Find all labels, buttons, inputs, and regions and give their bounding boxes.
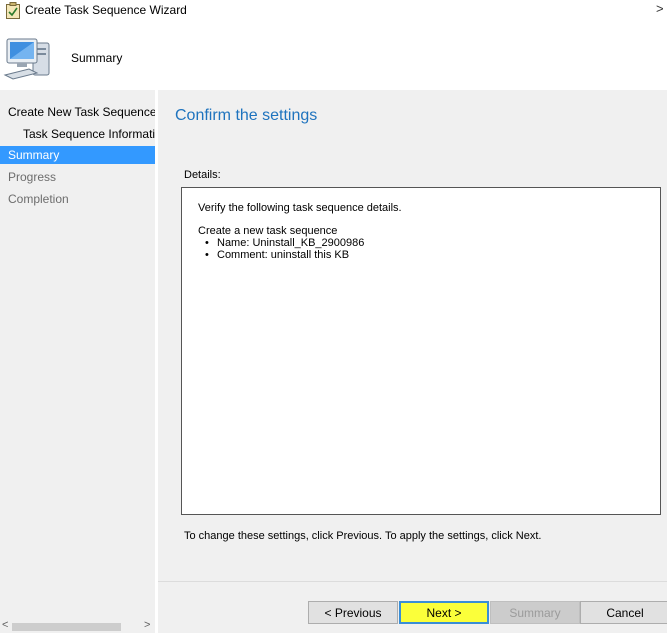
next-button[interactable]: Next > [399, 601, 489, 624]
nav-step-completion: Completion [0, 190, 155, 208]
nav-step-label: Create New Task Sequence [8, 105, 155, 119]
details-section-title: Create a new task sequence [198, 225, 338, 237]
wizard-header: Summary [0, 22, 667, 90]
scroll-right-icon[interactable]: > [144, 619, 150, 631]
nav-step-task-sequence-information[interactable]: Task Sequence Information [0, 125, 155, 143]
details-bullet-text: Comment: uninstall this KB [217, 249, 350, 261]
section-heading: Confirm the settings [175, 107, 318, 124]
title-bar: Create Task Sequence Wizard > [0, 0, 667, 22]
clipboard-icon [6, 2, 20, 19]
nav-step-progress: Progress [0, 168, 155, 186]
cancel-button[interactable]: Cancel [580, 601, 667, 624]
close-icon[interactable]: > [656, 1, 664, 16]
details-intro: Verify the following task sequence detai… [198, 202, 402, 214]
details-label: Details: [184, 169, 221, 181]
computer-icon [3, 38, 50, 80]
wizard-content: Confirm the settings Details: Verify the… [158, 90, 667, 633]
previous-button[interactable]: < Previous [308, 601, 398, 624]
summary-button: Summary [490, 601, 580, 624]
nav-step-label: Summary [8, 148, 60, 162]
details-textbox[interactable]: Verify the following task sequence detai… [181, 187, 661, 515]
footer-divider [158, 581, 667, 582]
nav-step-label: Task Sequence Information [23, 127, 155, 141]
nav-step-label: Progress [8, 170, 57, 184]
window-title: Create Task Sequence Wizard [25, 3, 187, 17]
scrollbar-thumb[interactable] [12, 623, 121, 631]
nav-step-summary[interactable]: Summary [0, 146, 155, 164]
details-bullet: • Name: Uninstall_KB_2900986 [205, 237, 365, 249]
instruction-text: To change these settings, click Previous… [184, 530, 542, 542]
nav-step-label: Completion [8, 192, 69, 206]
scroll-left-icon[interactable]: < [2, 619, 8, 631]
wizard-steps-nav: Create New Task Sequence Task Sequence I… [0, 90, 155, 620]
details-bullet-text: Name: Uninstall_KB_2900986 [217, 237, 365, 249]
page-title: Summary [71, 51, 123, 65]
details-bullet: • Comment: uninstall this KB [205, 249, 350, 261]
nav-step-create-new-task-sequence[interactable]: Create New Task Sequence [0, 103, 155, 121]
nav-horizontal-scrollbar[interactable]: < > [0, 619, 155, 633]
